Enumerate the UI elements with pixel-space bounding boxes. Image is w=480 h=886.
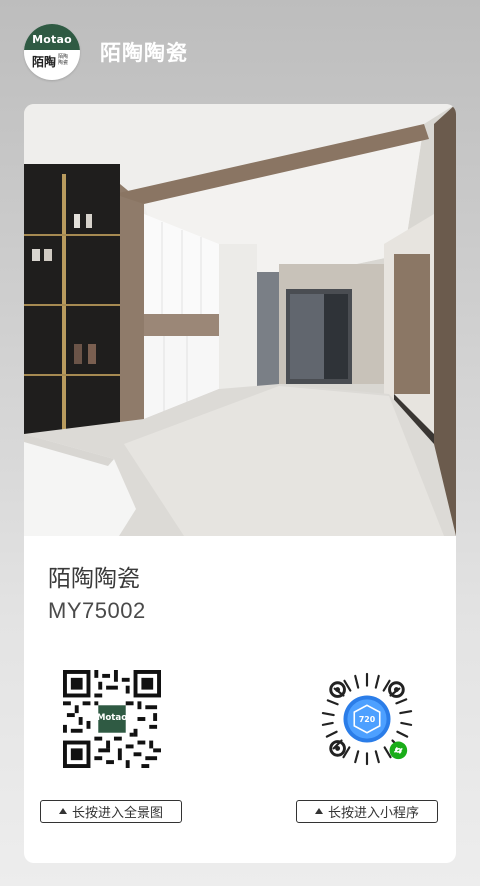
enter-miniprogram-label: 长按进入小程序: [327, 806, 419, 821]
triangle-up-icon: [314, 807, 323, 814]
product-card: 陌陶陶瓷 MY75002 Motao 720 长按进入全景图 长按进入小程序: [24, 104, 456, 863]
brand-logo: Motao 陌陶 陌陶 陶瓷: [24, 24, 80, 80]
link-icon: [389, 741, 408, 760]
product-title: 陌陶陶瓷: [48, 566, 140, 592]
header: Motao 陌陶 陌陶 陶瓷 陌陶陶瓷: [24, 24, 188, 80]
logo-mark: Motao: [32, 33, 72, 46]
mini-code-label: 720: [359, 715, 376, 724]
logo-cn-text: 陌陶: [32, 55, 57, 69]
triangle-up-icon: [58, 807, 67, 814]
logo-small-text: 陌陶 陶瓷: [58, 54, 69, 66]
qr-logo-text: Motao: [97, 713, 127, 723]
brand-name: 陌陶陶瓷: [100, 41, 188, 65]
enter-miniprogram-button[interactable]: 长按进入小程序: [296, 800, 438, 823]
product-model: MY75002: [48, 598, 146, 623]
miniprogram-code[interactable]: 720: [318, 670, 416, 768]
enter-panorama-button[interactable]: 长按进入全景图: [40, 800, 182, 823]
enter-panorama-label: 长按进入全景图: [71, 806, 163, 821]
panorama-qr-code[interactable]: Motao: [63, 670, 161, 768]
interior-photo: [24, 104, 456, 536]
